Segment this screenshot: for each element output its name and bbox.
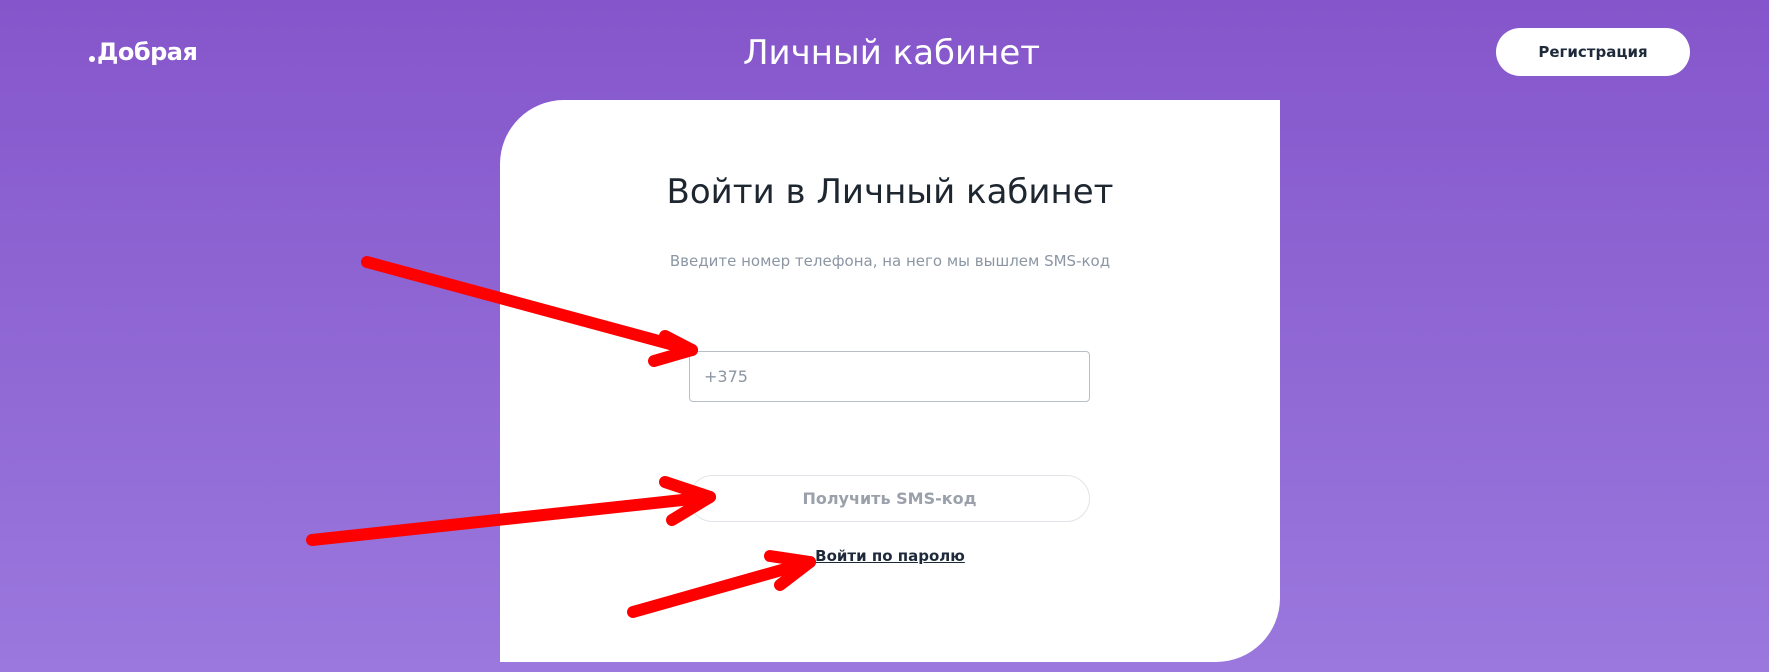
get-sms-code-button[interactable]: Получить SMS-код — [689, 475, 1090, 522]
login-title: Войти в Личный кабинет — [666, 172, 1114, 212]
login-subtitle: Введите номер телефона, на него мы вышле… — [669, 252, 1111, 270]
login-card: Войти в Личный кабинет Введите номер тел… — [500, 100, 1280, 662]
phone-input[interactable] — [689, 351, 1090, 402]
login-with-password-link[interactable]: Войти по паролю — [500, 547, 1280, 565]
register-button[interactable]: Регистрация — [1496, 28, 1690, 76]
